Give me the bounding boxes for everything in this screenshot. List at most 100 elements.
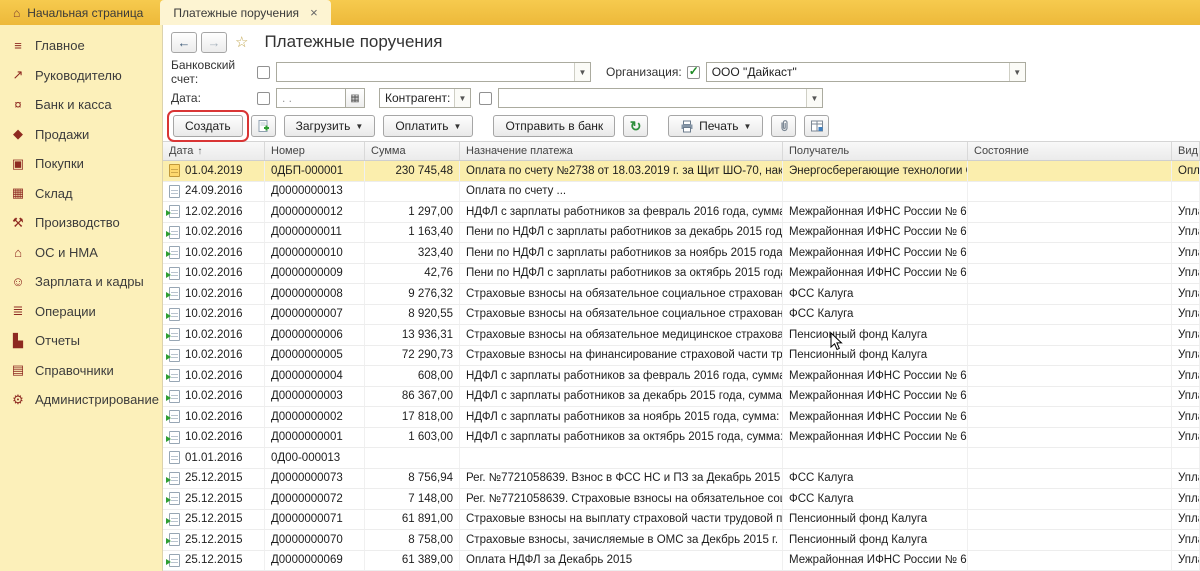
column-header-state[interactable]: Состояние [968,142,1172,160]
bank-account-combo[interactable]: ▼ [276,62,591,82]
cell-state [968,469,1172,489]
column-header-number[interactable]: Номер [265,142,365,160]
cell-recipient: Межрайонная ИФНС России № 6 по К... [783,223,968,243]
sidebar-item-bank-cash[interactable]: ¤Банк и касса [0,90,162,120]
tab-home[interactable]: ⌂ Начальная страница [0,0,156,25]
table-row[interactable]: 10.02.2016 Д0000000007 8 920,55 Страховы… [163,305,1200,326]
sidebar-item-administration[interactable]: ⚙Администрирование [0,385,162,415]
cell-date: 01.01.2016 [163,448,265,468]
table-row[interactable]: 01.01.2016 0Д00-000013 [163,448,1200,469]
table-row[interactable]: 25.12.2015 Д0000000073 8 756,94 Рег. №77… [163,469,1200,490]
cell-number: Д0000000003 [265,387,365,407]
date-checkbox[interactable] [257,92,270,105]
counterparty-checkbox[interactable] [479,92,492,105]
sidebar-item-directories[interactable]: ▤Справочники [0,356,162,386]
chevron-down-icon[interactable]: ▼ [574,63,590,81]
load-button[interactable]: Загрузить ▼ [284,115,376,137]
sidebar-item-purchases[interactable]: ▣Покупки [0,149,162,179]
cell-purpose: Оплата по счету ... [460,182,783,202]
column-header-kind[interactable]: Вид д [1172,142,1200,160]
column-date-label: Дата [169,145,193,157]
main-panel: ← → ☆ Платежные поручения Банковский сче… [162,25,1200,571]
table-row[interactable]: 12.02.2016 Д0000000012 1 297,00 НДФЛ с з… [163,202,1200,223]
tab-payment-orders[interactable]: Платежные поручения × [160,0,330,25]
cell-number: Д0000000070 [265,530,365,550]
cell-number: Д0000000007 [265,305,365,325]
cell-purpose: НДФЛ с зарплаты работников за декабрь 20… [460,387,783,407]
cell-purpose: Оплата по счету №2738 от 18.03.2019 г. з… [460,161,783,181]
table-row[interactable]: 10.02.2016 Д0000000008 9 276,32 Страховы… [163,284,1200,305]
column-header-purpose[interactable]: Назначение платежа [460,142,783,160]
sidebar-item-sales[interactable]: ◆Продажи [0,120,162,150]
print-button[interactable]: Печать ▼ [668,115,763,137]
table-row[interactable]: 25.12.2015 Д0000000069 61 389,00 Оплата … [163,551,1200,571]
refresh-button[interactable]: ↻ [623,115,648,137]
column-header-amount[interactable]: Сумма [365,142,460,160]
list-settings-button[interactable] [804,115,829,137]
sidebar-item-production[interactable]: ⚒Производство [0,208,162,238]
pay-button-label: Оплатить [395,119,448,133]
chevron-down-icon[interactable]: ▼ [806,89,822,107]
cell-kind: Упла [1172,469,1200,489]
document-icon [169,369,180,382]
table-row[interactable]: 25.12.2015 Д0000000070 8 758,00 Страховы… [163,530,1200,551]
organization-value: ООО "Дайкаст" [712,65,797,79]
counterparty-field-selector[interactable]: Контрагент: ▼ [379,88,471,108]
sidebar-item-operations[interactable]: ≣Операции [0,297,162,327]
table-row[interactable]: 10.02.2016 Д0000000004 608,00 НДФЛ с зар… [163,366,1200,387]
sidebar-item-salary-hr[interactable]: ☺Зарплата и кадры [0,267,162,297]
cell-date: 10.02.2016 [163,428,265,448]
close-tab-icon[interactable]: × [310,5,318,20]
table-row[interactable]: 10.02.2016 Д0000000009 42,76 Пени по НДФ… [163,264,1200,285]
attachment-button[interactable] [771,115,796,137]
chevron-down-icon[interactable]: ▼ [1009,63,1025,81]
table-row[interactable]: 01.04.2019 0ДБП-000001 230 745,48 Оплата… [163,161,1200,182]
table-row[interactable]: 10.02.2016 Д0000000010 323,40 Пени по НД… [163,243,1200,264]
sidebar-item-reports[interactable]: ▙Отчеты [0,326,162,356]
table-row[interactable]: 25.12.2015 Д0000000071 61 891,00 Страхов… [163,510,1200,531]
table-row[interactable]: 25.12.2015 Д0000000072 7 148,00 Рег. №77… [163,489,1200,510]
column-header-recipient[interactable]: Получатель [783,142,968,160]
reports-icon: ▙ [10,333,26,349]
cell-date: 25.12.2015 [163,510,265,530]
cell-amount: 17 818,00 [365,407,460,427]
create-button[interactable]: Создать [173,115,243,137]
forward-button[interactable]: → [201,32,227,53]
cell-recipient: ФСС Калуга [783,489,968,509]
calendar-icon[interactable]: ▦ [346,88,365,108]
cell-state [968,489,1172,509]
document-icon [169,328,180,341]
organization-checkbox[interactable] [687,66,700,79]
table-row[interactable]: 10.02.2016 Д0000000011 1 163,40 Пени по … [163,223,1200,244]
cell-state [968,325,1172,345]
cell-amount [365,182,460,202]
cell-recipient: ФСС Калуга [783,469,968,489]
sidebar-item-fixed-assets[interactable]: ⌂ОС и НМА [0,238,162,268]
sidebar-item-warehouse[interactable]: ▦Склад [0,179,162,209]
bank-account-checkbox[interactable] [257,66,270,79]
cell-purpose: Пени по НДФЛ с зарплаты работников за ок… [460,264,783,284]
table-row[interactable]: 10.02.2016 Д0000000005 72 290,73 Страхов… [163,346,1200,367]
favorite-star-icon[interactable]: ☆ [235,33,248,51]
chevron-down-icon[interactable]: ▼ [454,89,470,107]
counterparty-combo[interactable]: ▼ [498,88,823,108]
table-row[interactable]: 10.02.2016 Д0000000006 13 936,31 Страхов… [163,325,1200,346]
sidebar-item-main[interactable]: ≡Главное [0,31,162,61]
column-header-date[interactable]: Дата ↑ [163,142,265,160]
back-button[interactable]: ← [171,32,197,53]
table-row[interactable]: 10.02.2016 Д0000000003 86 367,00 НДФЛ с … [163,387,1200,408]
organization-combo[interactable]: ООО "Дайкаст" ▼ [706,62,1026,82]
cell-kind: Упла [1172,284,1200,304]
pay-button[interactable]: Оплатить ▼ [383,115,473,137]
cell-date: 10.02.2016 [163,264,265,284]
page-title: Платежные поручения [264,32,442,52]
table-row[interactable]: 10.02.2016 Д0000000002 17 818,00 НДФЛ с … [163,407,1200,428]
table-row[interactable]: 24.09.2016 Д0000000013 Оплата по счету .… [163,182,1200,203]
date-input[interactable]: . . [276,88,346,108]
send-to-bank-button[interactable]: Отправить в банк [493,115,615,137]
table-row[interactable]: 10.02.2016 Д0000000001 1 603,00 НДФЛ с з… [163,428,1200,449]
cell-number: Д0000000069 [265,551,365,571]
warehouse-icon: ▦ [10,185,26,201]
sidebar-item-manager[interactable]: ↗Руководителю [0,61,162,91]
create-copy-button[interactable] [251,115,276,137]
